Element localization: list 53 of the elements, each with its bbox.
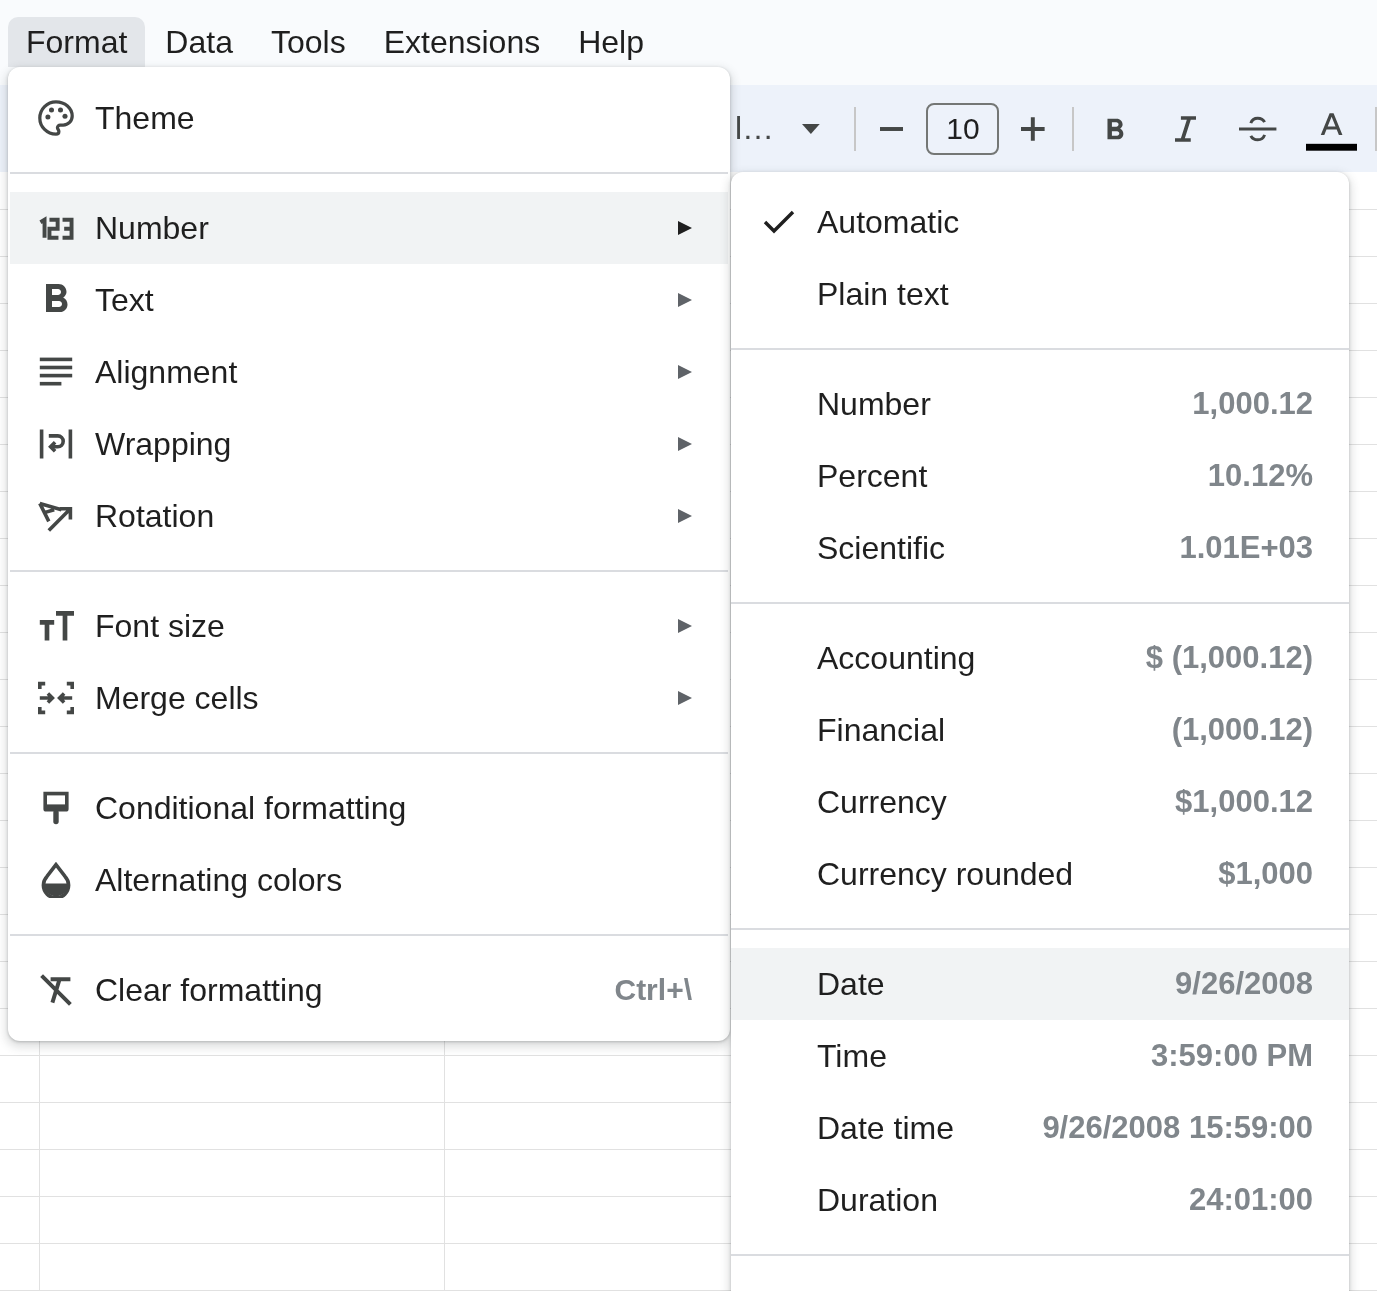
- format-example-text: (1,000.12): [1171, 712, 1313, 748]
- font-name-label[interactable]: l…: [735, 110, 775, 147]
- menu-item[interactable]: Financial (1,000.12): [731, 694, 1349, 766]
- text-color-icon[interactable]: [1305, 112, 1357, 151]
- strikethrough-icon[interactable]: [1239, 115, 1277, 142]
- bold-icon[interactable]: [1106, 117, 1124, 140]
- menu-item[interactable]: Date time 9/26/2008 15:59:00: [731, 1092, 1349, 1164]
- menu-bar-item[interactable]: Format: [8, 17, 146, 67]
- format-example-text: 24:01:00: [1188, 1182, 1313, 1218]
- shortcut-text: Ctrl+\: [614, 973, 692, 1007]
- menu-item[interactable]: Currency rounded $1,000: [731, 838, 1349, 910]
- menu-item[interactable]: Automatic: [731, 186, 1349, 258]
- menu-item[interactable]: Font size: [10, 590, 728, 662]
- format-example-text: 10.12%: [1207, 458, 1313, 494]
- menu-bar-item[interactable]: Help: [560, 17, 662, 67]
- menu-item[interactable]: Date 9/26/2008: [731, 948, 1349, 1020]
- merge-arrows-icon: [38, 680, 74, 716]
- format-example-text: 9/26/2008 15:59:00: [1042, 1110, 1313, 1146]
- plus-icon[interactable]: [1021, 116, 1045, 141]
- menu-item[interactable]: Scientific 1.01E+03: [731, 512, 1349, 584]
- menu-item[interactable]: Accounting $ (1,000.12): [731, 622, 1349, 694]
- menu-bar-item[interactable]: Tools: [252, 17, 364, 67]
- menu-item[interactable]: Plain text: [731, 258, 1349, 330]
- menu-item[interactable]: Number: [10, 192, 728, 264]
- menu-item[interactable]: Alternating colors: [10, 844, 728, 916]
- menu-item[interactable]: Merge cells: [10, 662, 728, 734]
- menu-item[interactable]: Time 3:59:00 PM: [731, 1020, 1349, 1092]
- menu-item[interactable]: Number 1,000.12: [731, 368, 1349, 440]
- menu-item[interactable]: Rotation: [10, 480, 728, 552]
- format-example-text: 1.01E+03: [1179, 530, 1313, 566]
- menu-bar-item[interactable]: Data: [147, 17, 251, 67]
- format-example-text: 9/26/2008: [1175, 966, 1313, 1002]
- menu-item[interactable]: Conditional formatting: [10, 772, 728, 844]
- menu-item[interactable]: Theme: [10, 82, 728, 154]
- menu-item[interactable]: Text: [10, 264, 728, 336]
- minus-icon[interactable]: [879, 126, 904, 131]
- crossed-out-t-icon: [38, 972, 74, 1008]
- menu-item[interactable]: Wrapping: [10, 408, 728, 480]
- menu-item[interactable]: Duration 24:01:00: [731, 1164, 1349, 1236]
- format-example-text: 1,000.12: [1192, 386, 1313, 422]
- format-example-text: $ (1,000.12): [1145, 640, 1313, 676]
- format-example-text: $1,000: [1218, 856, 1313, 892]
- format-example-text: $1,000.12: [1175, 784, 1313, 820]
- menu-bar-item[interactable]: Extensions: [365, 17, 559, 67]
- menu-item[interactable]: Percent 10.12%: [731, 440, 1349, 512]
- menu-item[interactable]: Alignment: [10, 336, 728, 408]
- menu-item[interactable]: Clear formatting Ctrl+\: [10, 954, 728, 1026]
- format-example-text: 3:59:00 PM: [1151, 1038, 1313, 1074]
- font-size-field[interactable]: 10: [926, 102, 1000, 155]
- palette-icon: [38, 100, 74, 136]
- italic-icon[interactable]: [1174, 115, 1197, 142]
- caret-down-icon[interactable]: [802, 123, 820, 134]
- menu-item[interactable]: Currency $1,000.12: [731, 766, 1349, 838]
